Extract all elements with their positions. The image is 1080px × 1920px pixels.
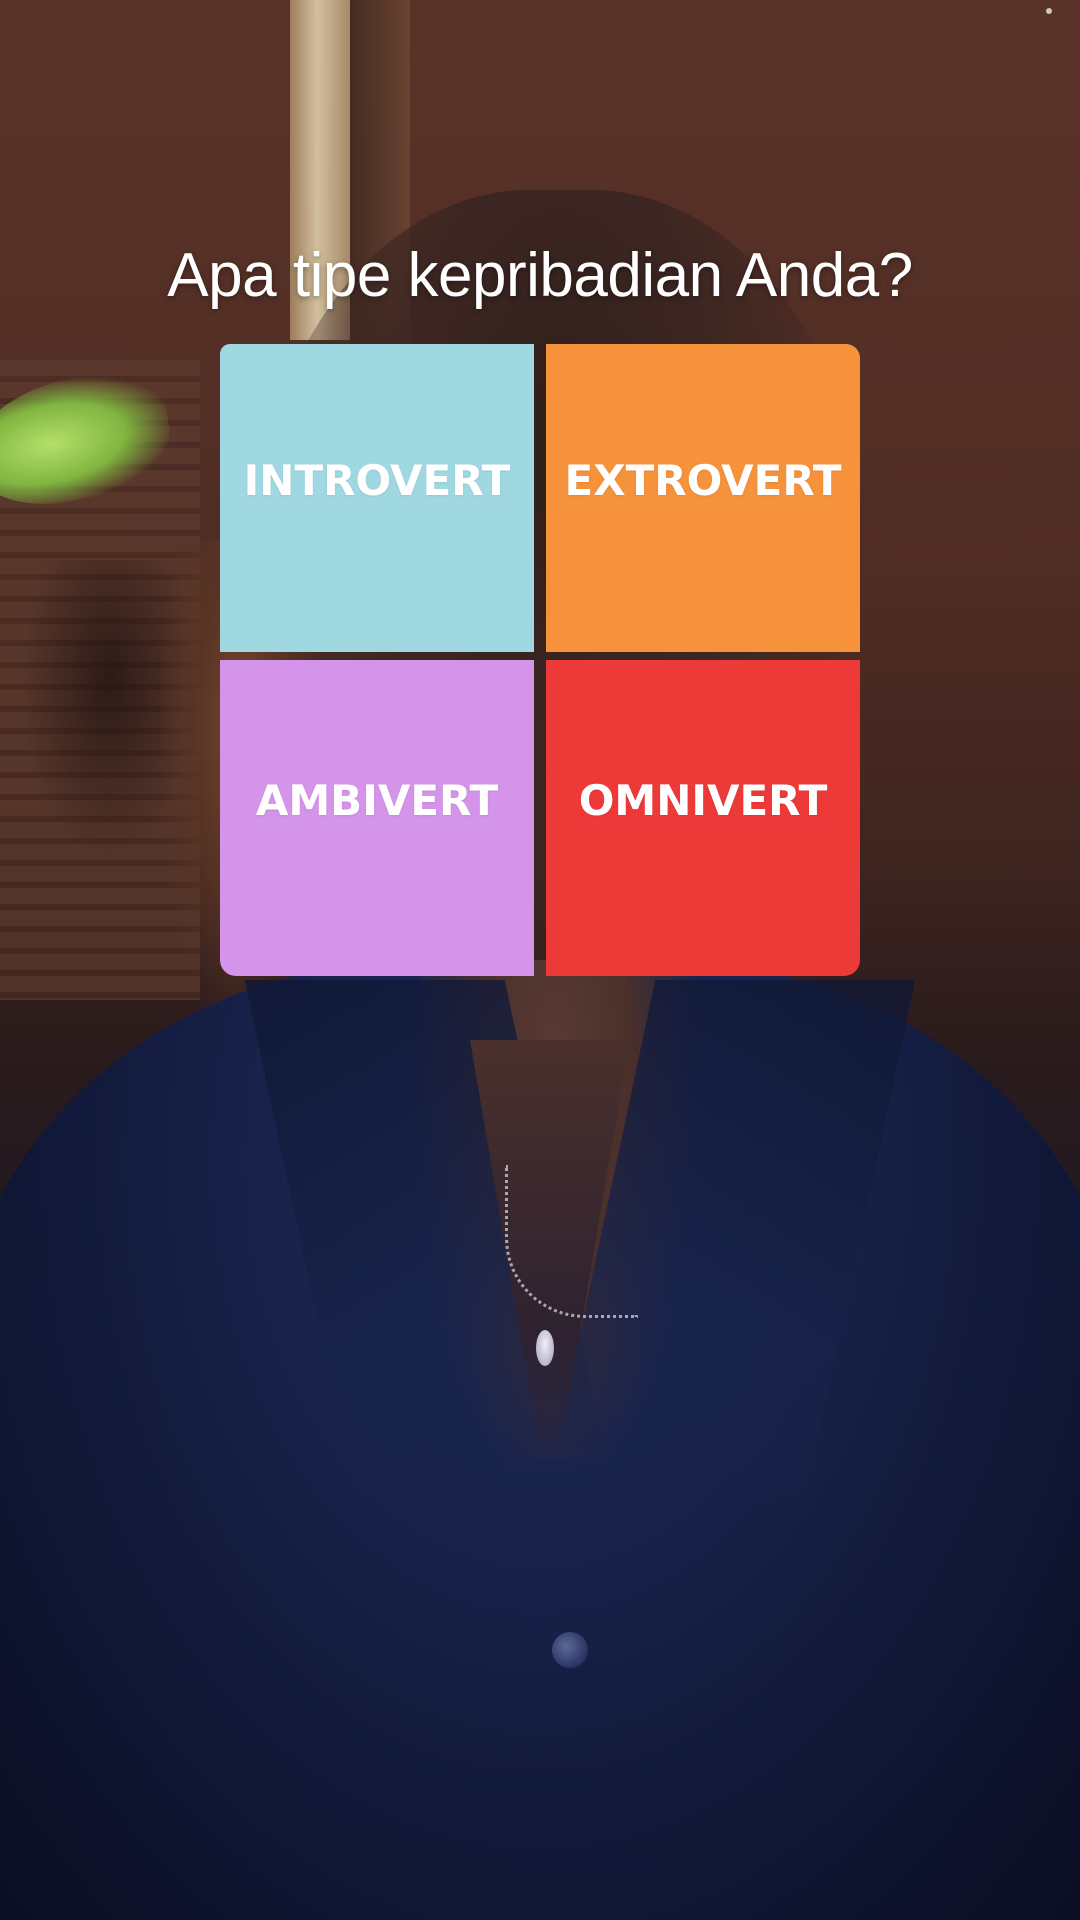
option-extrovert[interactable]: EXTROVERT (546, 344, 860, 652)
option-introvert-label: INTROVERT (243, 455, 511, 505)
video-frame: Apa tipe kepribadian Anda? INTROVERT EXT… (0, 0, 1080, 1920)
option-omnivert[interactable]: OMNIVERT (546, 660, 860, 976)
option-ambivert-label: AMBIVERT (255, 775, 499, 825)
option-omnivert-label: OMNIVERT (578, 775, 828, 825)
necklace-pendant (536, 1330, 554, 1366)
option-introvert[interactable]: INTROVERT (220, 344, 534, 652)
option-ambivert[interactable]: AMBIVERT (220, 660, 534, 976)
shirt-button (552, 1632, 588, 1668)
personality-options-grid: INTROVERT EXTROVERT AMBIVERT OMNIVERT (220, 344, 860, 976)
question-title: Apa tipe kepribadian Anda? (167, 241, 913, 310)
indicator-dot (1046, 8, 1052, 14)
option-extrovert-label: EXTROVERT (564, 455, 842, 505)
